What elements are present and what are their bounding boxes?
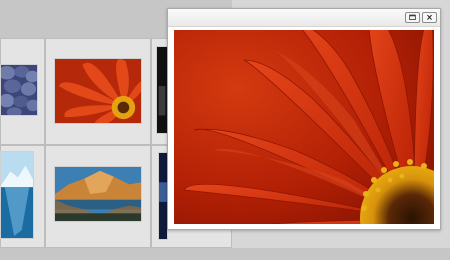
thumbnail-pebbles[interactable] <box>0 64 38 116</box>
thumbnail-orange-daisy[interactable] <box>54 58 142 124</box>
close-icon <box>427 14 432 20</box>
close-button[interactable] <box>422 12 437 23</box>
background-bottom-band <box>0 248 450 260</box>
thumbnail-iceberg[interactable] <box>0 151 34 239</box>
maximize-button[interactable] <box>405 12 420 23</box>
image-viewer-window[interactable] <box>167 8 441 230</box>
enlarged-flower-photo <box>174 30 434 224</box>
thumbnail-desert-lake[interactable] <box>54 166 142 222</box>
window-titlebar[interactable] <box>168 9 440 27</box>
maximize-icon <box>409 14 416 20</box>
